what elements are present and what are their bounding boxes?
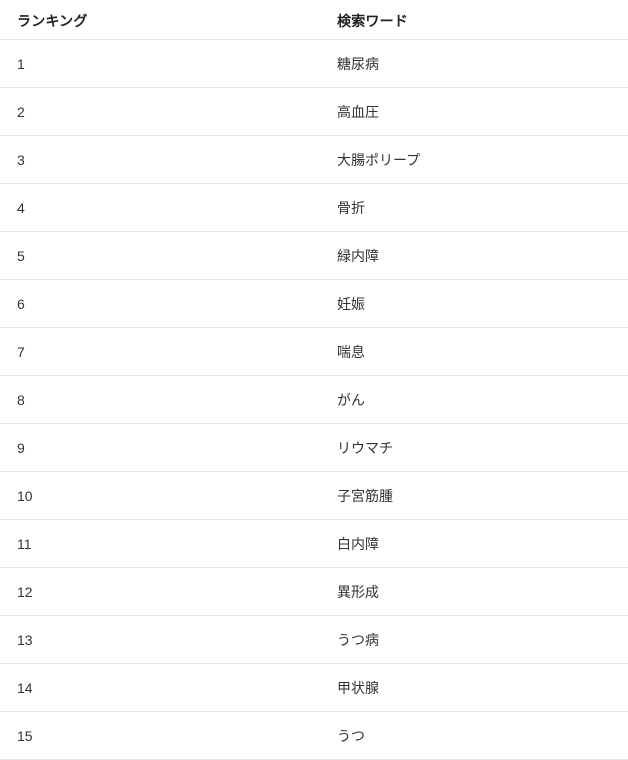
table-row: 14 甲状腺 <box>0 663 628 712</box>
table-row: 5 緑内障 <box>0 231 628 280</box>
cell-rank: 14 <box>0 663 320 712</box>
search-word-value: うつ <box>337 727 365 744</box>
rank-value: 14 <box>17 679 33 696</box>
cell-search-word: がん <box>320 375 628 424</box>
table-row: 9 リウマチ <box>0 423 628 472</box>
rank-value: 3 <box>17 151 25 168</box>
rank-value: 13 <box>17 631 33 648</box>
search-word-value: 異形成 <box>337 583 379 600</box>
table-row: 15 うつ <box>0 711 628 760</box>
cell-rank: 7 <box>0 327 320 376</box>
cell-search-word: 大腸ポリープ <box>320 135 628 184</box>
search-word-value: 緑内障 <box>337 247 379 264</box>
cell-search-word: 甲状腺 <box>320 663 628 712</box>
table-row: 7 喘息 <box>0 327 628 376</box>
cell-rank: 10 <box>0 471 320 520</box>
rank-value: 7 <box>17 343 25 360</box>
cell-search-word: 異形成 <box>320 567 628 616</box>
cell-search-word: 骨折 <box>320 183 628 232</box>
table-row: 12 異形成 <box>0 567 628 616</box>
rank-value: 11 <box>17 535 32 552</box>
cell-rank: 2 <box>0 87 320 136</box>
cell-rank: 4 <box>0 183 320 232</box>
cell-search-word: 糖尿病 <box>320 39 628 88</box>
cell-rank: 6 <box>0 279 320 328</box>
search-word-value: うつ病 <box>337 631 379 648</box>
column-header-ranking-label: ランキング <box>17 12 88 29</box>
search-word-value: リウマチ <box>337 439 393 456</box>
table-row: 2 高血圧 <box>0 87 628 136</box>
rank-value: 4 <box>17 199 25 216</box>
rank-value: 1 <box>17 55 25 72</box>
rank-value: 9 <box>17 439 25 456</box>
search-word-value: 甲状腺 <box>337 679 379 696</box>
table-header: ランキング 検索ワード <box>0 0 628 40</box>
column-header-search-word: 検索ワード <box>320 0 628 40</box>
search-keyword-ranking-table: ランキング 検索ワード 1 糖尿病 2 高血圧 3 大腸ポリープ 4 骨折 5 … <box>0 0 628 760</box>
table-header-row: ランキング 検索ワード <box>0 0 628 40</box>
rank-value: 10 <box>17 487 33 504</box>
cell-rank: 3 <box>0 135 320 184</box>
search-word-value: 高血圧 <box>337 103 379 120</box>
table-row: 10 子宮筋腫 <box>0 471 628 520</box>
search-word-value: 糖尿病 <box>337 55 379 72</box>
cell-search-word: うつ <box>320 711 628 760</box>
cell-search-word: うつ病 <box>320 615 628 664</box>
rank-value: 6 <box>17 295 25 312</box>
cell-search-word: 子宮筋腫 <box>320 471 628 520</box>
table-row: 6 妊娠 <box>0 279 628 328</box>
table-row: 13 うつ病 <box>0 615 628 664</box>
search-word-value: 骨折 <box>337 199 365 216</box>
cell-search-word: 緑内障 <box>320 231 628 280</box>
table-row: 11 白内障 <box>0 519 628 568</box>
column-header-ranking: ランキング <box>0 0 320 40</box>
rank-value: 15 <box>17 727 33 744</box>
cell-rank: 5 <box>0 231 320 280</box>
cell-rank: 11 <box>0 519 320 568</box>
table-row: 4 骨折 <box>0 183 628 232</box>
cell-rank: 13 <box>0 615 320 664</box>
rank-value: 8 <box>17 391 25 408</box>
search-word-value: 喘息 <box>337 343 365 360</box>
search-word-value: 妊娠 <box>337 295 365 312</box>
cell-rank: 1 <box>0 39 320 88</box>
cell-search-word: 妊娠 <box>320 279 628 328</box>
cell-rank: 8 <box>0 375 320 424</box>
rank-value: 5 <box>17 247 25 264</box>
cell-search-word: リウマチ <box>320 423 628 472</box>
cell-search-word: 喘息 <box>320 327 628 376</box>
table-row: 3 大腸ポリープ <box>0 135 628 184</box>
cell-search-word: 白内障 <box>320 519 628 568</box>
cell-rank: 9 <box>0 423 320 472</box>
table-body: 1 糖尿病 2 高血圧 3 大腸ポリープ 4 骨折 5 緑内障 6 妊娠 7 喘… <box>0 39 628 760</box>
cell-search-word: 高血圧 <box>320 87 628 136</box>
cell-rank: 12 <box>0 567 320 616</box>
search-word-value: 子宮筋腫 <box>337 487 393 504</box>
search-word-value: 大腸ポリープ <box>337 151 421 168</box>
search-word-value: がん <box>337 391 365 408</box>
column-header-search-word-label: 検索ワード <box>337 12 408 29</box>
cell-rank: 15 <box>0 711 320 760</box>
rank-value: 2 <box>17 103 25 120</box>
table-row: 1 糖尿病 <box>0 39 628 88</box>
search-word-value: 白内障 <box>337 535 379 552</box>
rank-value: 12 <box>17 583 33 600</box>
table-row: 8 がん <box>0 375 628 424</box>
